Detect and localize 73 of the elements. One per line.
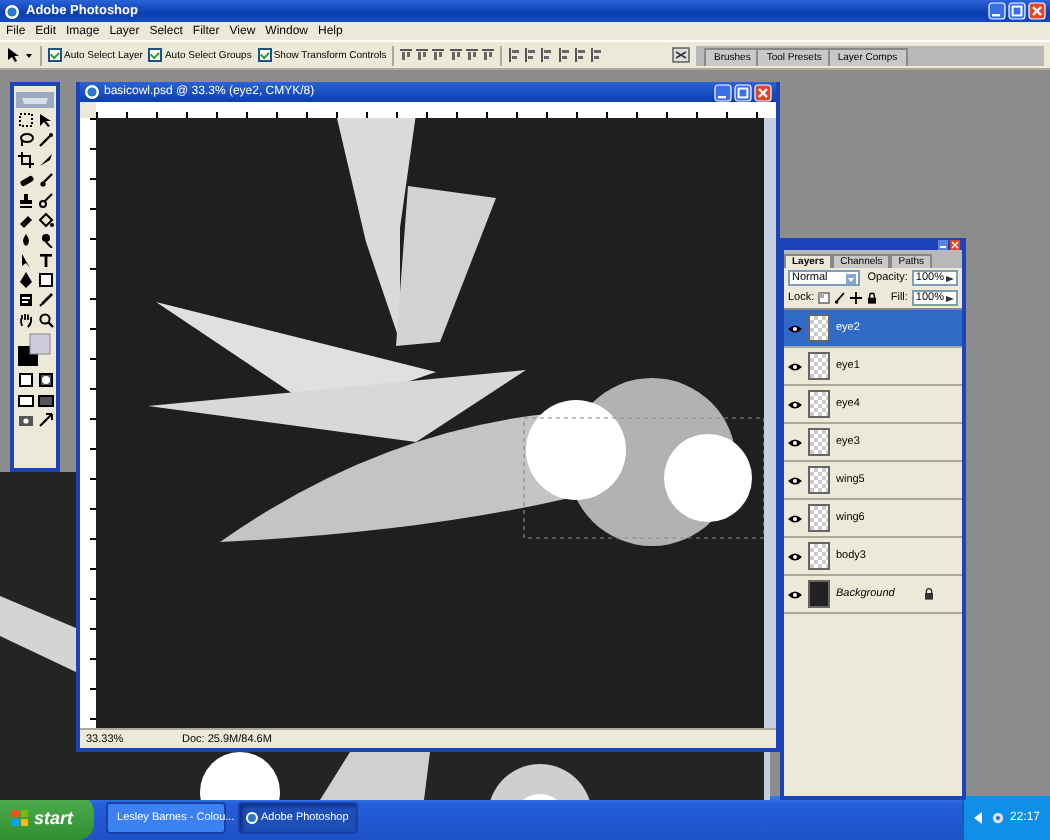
maximize-button[interactable] xyxy=(734,83,752,101)
windows-flag-icon xyxy=(12,810,28,826)
color-swatch-icon[interactable] xyxy=(17,331,53,367)
shape-tool-icon[interactable] xyxy=(37,271,53,287)
type-tool-icon[interactable] xyxy=(37,251,53,267)
move-tool-icon[interactable] xyxy=(37,111,53,127)
screen-mode-icon[interactable] xyxy=(17,391,33,407)
eye-icon[interactable] xyxy=(788,437,802,447)
align-icon[interactable] xyxy=(524,48,537,62)
close-button[interactable] xyxy=(1028,2,1046,20)
jump-icon[interactable] xyxy=(37,411,53,427)
quick-mask-icon[interactable] xyxy=(37,371,53,387)
history-brush-tool-icon[interactable] xyxy=(37,191,53,207)
align-icon[interactable] xyxy=(432,48,445,62)
close-button[interactable] xyxy=(754,83,772,101)
lock-brush-icon[interactable] xyxy=(834,292,847,304)
close-button[interactable] xyxy=(950,239,960,249)
lasso-tool-icon[interactable] xyxy=(17,131,33,147)
lock-icon[interactable] xyxy=(866,292,879,304)
dodge-tool-icon[interactable] xyxy=(37,231,53,247)
eyedropper-tool-icon[interactable] xyxy=(37,291,53,307)
marquee-tool-icon[interactable] xyxy=(17,111,33,127)
wand-tool-icon[interactable] xyxy=(37,131,53,147)
app-icon xyxy=(245,812,258,824)
healing-tool-icon[interactable] xyxy=(17,171,33,187)
eye-icon[interactable] xyxy=(788,361,802,371)
pen-tool-icon[interactable] xyxy=(17,271,33,287)
align-icon[interactable] xyxy=(558,48,571,62)
hand-tool-icon[interactable] xyxy=(17,311,33,327)
align-icon[interactable] xyxy=(416,48,429,62)
scrollbar[interactable] xyxy=(764,118,776,728)
lock-transparency-icon[interactable] xyxy=(818,292,831,304)
stamp-tool-icon[interactable] xyxy=(17,191,33,207)
wing-drawing xyxy=(0,596,76,672)
speaker-icon[interactable] xyxy=(973,812,986,824)
align-icon[interactable] xyxy=(450,48,463,62)
toolbox-header-icon xyxy=(16,91,54,107)
minimize-button[interactable] xyxy=(714,83,732,101)
align-icon[interactable] xyxy=(574,48,587,62)
eye-icon[interactable] xyxy=(788,323,802,333)
standard-mode-icon[interactable] xyxy=(17,371,33,387)
brush-tool-icon[interactable] xyxy=(37,171,53,187)
eye-icon[interactable] xyxy=(788,475,802,485)
align-icon[interactable] xyxy=(540,48,553,62)
eye-icon[interactable] xyxy=(788,551,802,561)
full-screen-icon[interactable] xyxy=(37,391,53,407)
eye-icon[interactable] xyxy=(788,589,802,599)
align-icon[interactable] xyxy=(482,48,495,62)
minimize-button[interactable] xyxy=(988,2,1006,20)
slice-tool-icon[interactable] xyxy=(37,151,53,167)
palette-toggle-icon[interactable] xyxy=(672,46,690,64)
camera-icon[interactable] xyxy=(17,411,33,427)
minimize-button[interactable] xyxy=(938,239,948,249)
network-icon[interactable] xyxy=(991,812,1004,824)
align-icon[interactable] xyxy=(466,48,479,62)
path-select-tool-icon[interactable] xyxy=(17,251,33,267)
maximize-button[interactable] xyxy=(1008,2,1026,20)
align-icon[interactable] xyxy=(400,48,413,62)
app-icon xyxy=(4,3,20,19)
app-icon xyxy=(84,84,100,100)
eye-icon[interactable] xyxy=(788,399,802,409)
align-icon[interactable] xyxy=(508,48,521,62)
move-tool-icon[interactable] xyxy=(6,46,34,64)
eye-icon[interactable] xyxy=(788,513,802,523)
bucket-tool-icon[interactable] xyxy=(37,211,53,227)
blur-tool-icon[interactable] xyxy=(17,231,33,247)
caret-icon xyxy=(846,273,856,283)
lock-move-icon[interactable] xyxy=(850,292,863,304)
eraser-tool-icon[interactable] xyxy=(17,211,33,227)
align-icon[interactable] xyxy=(590,48,603,62)
zoom-tool-icon[interactable] xyxy=(37,311,53,327)
crop-tool-icon[interactable] xyxy=(17,151,33,167)
notes-tool-icon[interactable] xyxy=(17,291,33,307)
